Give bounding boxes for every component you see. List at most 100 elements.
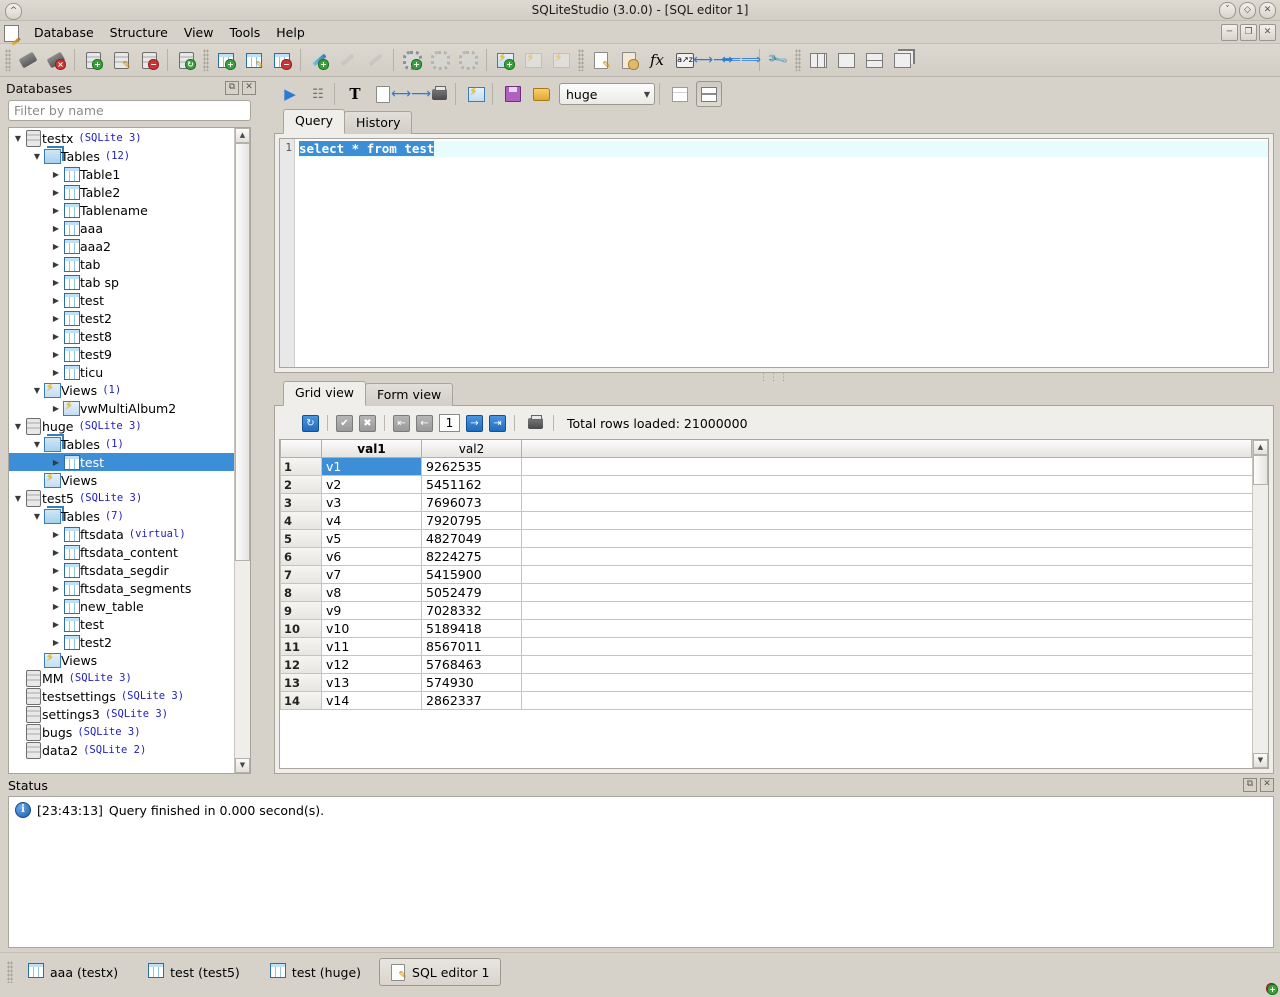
- tree-item-test[interactable]: ▶test: [9, 615, 234, 633]
- chevron-down-icon[interactable]: ▼: [11, 494, 25, 503]
- table-row[interactable]: 12v125768463: [280, 656, 1252, 674]
- chevron-right-icon[interactable]: ▶: [49, 206, 63, 215]
- scroll-down-icon[interactable]: ▼: [235, 758, 250, 773]
- chevron-down-icon[interactable]: ▼: [11, 422, 25, 431]
- view-split-horizontal-icon[interactable]: [668, 82, 692, 106]
- cell-val1[interactable]: v12: [322, 656, 422, 674]
- tree-item-table2[interactable]: ▶Table2: [9, 183, 234, 201]
- tab-query[interactable]: Query: [283, 109, 345, 134]
- status-message-list[interactable]: i [23:43:13] Query finished in 0.000 sec…: [8, 796, 1274, 948]
- chevron-right-icon[interactable]: ▶: [49, 188, 63, 197]
- create-table-icon[interactable]: +: [214, 48, 238, 72]
- functions-icon[interactable]: fx: [645, 48, 669, 72]
- create-trigger-icon[interactable]: +: [400, 48, 424, 72]
- table-row[interactable]: 2v25451162: [280, 476, 1252, 494]
- tree-item-testsettings[interactable]: testsettings(SQLite 3): [9, 687, 234, 705]
- sql-line-1[interactable]: select * from test: [299, 141, 1268, 157]
- table-row[interactable]: 5v54827049: [280, 530, 1252, 548]
- tree-item-tab[interactable]: ▶tab: [9, 255, 234, 273]
- previous-page-icon[interactable]: ←: [416, 415, 433, 432]
- tree-item-settings3[interactable]: settings3(SQLite 3): [9, 705, 234, 723]
- expand-results-icon[interactable]: ⟷⟶: [399, 82, 423, 106]
- cell-val2[interactable]: 5415900: [422, 566, 522, 584]
- chevron-right-icon[interactable]: ▶: [49, 296, 63, 305]
- scroll-up-icon[interactable]: ▲: [235, 128, 250, 143]
- table-row[interactable]: 8v85052479: [280, 584, 1252, 602]
- chevron-right-icon[interactable]: ▶: [49, 404, 63, 413]
- tree-item-new-table[interactable]: ▶new_table: [9, 597, 234, 615]
- open-sql-icon[interactable]: [529, 82, 553, 106]
- refresh-database-icon[interactable]: ↻: [174, 48, 198, 72]
- chevron-right-icon[interactable]: ▶: [49, 368, 63, 377]
- format-sql-icon[interactable]: T: [343, 82, 367, 106]
- tree-item-ticu[interactable]: ▶ticu: [9, 363, 234, 381]
- cell-val2[interactable]: 5768463: [422, 656, 522, 674]
- chevron-right-icon[interactable]: ▶: [49, 566, 63, 575]
- editor-results-splitter[interactable]: ⋮⋮⋮: [274, 373, 1274, 383]
- tab-form-view[interactable]: Form view: [365, 383, 453, 406]
- tree-item-views[interactable]: ▼Views(1): [9, 381, 234, 399]
- tree-item-test5[interactable]: ▼test5(SQLite 3): [9, 489, 234, 507]
- row-number[interactable]: 6: [280, 548, 322, 566]
- remove-database-icon[interactable]: −: [137, 48, 161, 72]
- save-sql-icon[interactable]: [501, 82, 525, 106]
- table-row[interactable]: 7v75415900: [280, 566, 1252, 584]
- cell-val1[interactable]: v11: [322, 638, 422, 656]
- table-row[interactable]: 13v13574930: [280, 674, 1252, 692]
- tree-item-test2[interactable]: ▶test2: [9, 309, 234, 327]
- cell-val2[interactable]: 5189418: [422, 620, 522, 638]
- cell-val2[interactable]: 2862337: [422, 692, 522, 710]
- tree-item-ftsdata-segdir[interactable]: ▶ftsdata_segdir: [9, 561, 234, 579]
- settings-wrench-icon[interactable]: 🔧: [761, 43, 794, 76]
- menu-structure[interactable]: Structure: [102, 22, 176, 43]
- tree-item-table1[interactable]: ▶Table1: [9, 165, 234, 183]
- tree-item-vwmultialbum2[interactable]: ▶vwMultiAlbum2: [9, 399, 234, 417]
- close-top-icon[interactable]: ✕: [1259, 2, 1276, 19]
- sql-text-area[interactable]: 1 select * from test: [279, 138, 1269, 368]
- grid-corner-header[interactable]: [280, 440, 322, 458]
- row-number[interactable]: 12: [280, 656, 322, 674]
- cell-val1[interactable]: v9: [322, 602, 422, 620]
- column-header-val2[interactable]: val2: [422, 440, 522, 458]
- tile-windows-icon[interactable]: [806, 48, 830, 72]
- cell-val1[interactable]: v4: [322, 512, 422, 530]
- cell-val1[interactable]: v6: [322, 548, 422, 566]
- add-database-icon[interactable]: +: [81, 48, 105, 72]
- execute-query-icon[interactable]: ▶: [278, 82, 302, 106]
- chevron-down-icon[interactable]: ▼: [11, 134, 25, 143]
- chevron-right-icon[interactable]: ▶: [49, 530, 63, 539]
- cell-val2[interactable]: 574930: [422, 674, 522, 692]
- sql-editor-icon[interactable]: ✎: [589, 48, 613, 72]
- tree-item-tablename[interactable]: ▶Tablename: [9, 201, 234, 219]
- edit-database-icon[interactable]: ✎: [109, 48, 133, 72]
- undock-icon[interactable]: ⧉: [225, 81, 239, 95]
- window-tab-aaa-testx[interactable]: aaa (testx): [16, 957, 130, 987]
- row-number[interactable]: 2: [280, 476, 322, 494]
- cell-val2[interactable]: 7028332: [422, 602, 522, 620]
- first-page-icon[interactable]: ⇤: [393, 415, 410, 432]
- grid-scroll-track[interactable]: [1253, 455, 1268, 753]
- minimize-top-icon[interactable]: ˅: [1219, 2, 1236, 19]
- tree-item-mm[interactable]: MM(SQLite 3): [9, 669, 234, 687]
- tree-item-test[interactable]: ▶test: [9, 453, 234, 471]
- window-tab-sql-editor-1[interactable]: ✎ SQL editor 1: [379, 958, 501, 986]
- tree-item-tab-sp[interactable]: ▶tab sp: [9, 273, 234, 291]
- cell-val2[interactable]: 5451162: [422, 476, 522, 494]
- table-row[interactable]: 4v47920795: [280, 512, 1252, 530]
- cell-val2[interactable]: 9262535: [422, 458, 522, 476]
- filter-input[interactable]: Filter by name: [8, 100, 251, 121]
- row-number[interactable]: 10: [280, 620, 322, 638]
- cell-val1[interactable]: v10: [322, 620, 422, 638]
- table-row[interactable]: 6v68224275: [280, 548, 1252, 566]
- row-number[interactable]: 14: [280, 692, 322, 710]
- tree-item-tables[interactable]: ▼Tables(12): [9, 147, 234, 165]
- delete-table-icon[interactable]: −: [270, 48, 294, 72]
- column-header-val1[interactable]: val1: [322, 440, 422, 458]
- row-number[interactable]: 9: [280, 602, 322, 620]
- database-combo[interactable]: huge ▼: [559, 83, 655, 105]
- refresh-grid-icon[interactable]: ↻: [302, 415, 319, 432]
- explain-query-icon[interactable]: ☷: [306, 82, 330, 106]
- tree-item-aaa2[interactable]: ▶aaa2: [9, 237, 234, 255]
- menu-database[interactable]: Database: [26, 22, 102, 43]
- toolbar-grip[interactable]: [578, 49, 584, 71]
